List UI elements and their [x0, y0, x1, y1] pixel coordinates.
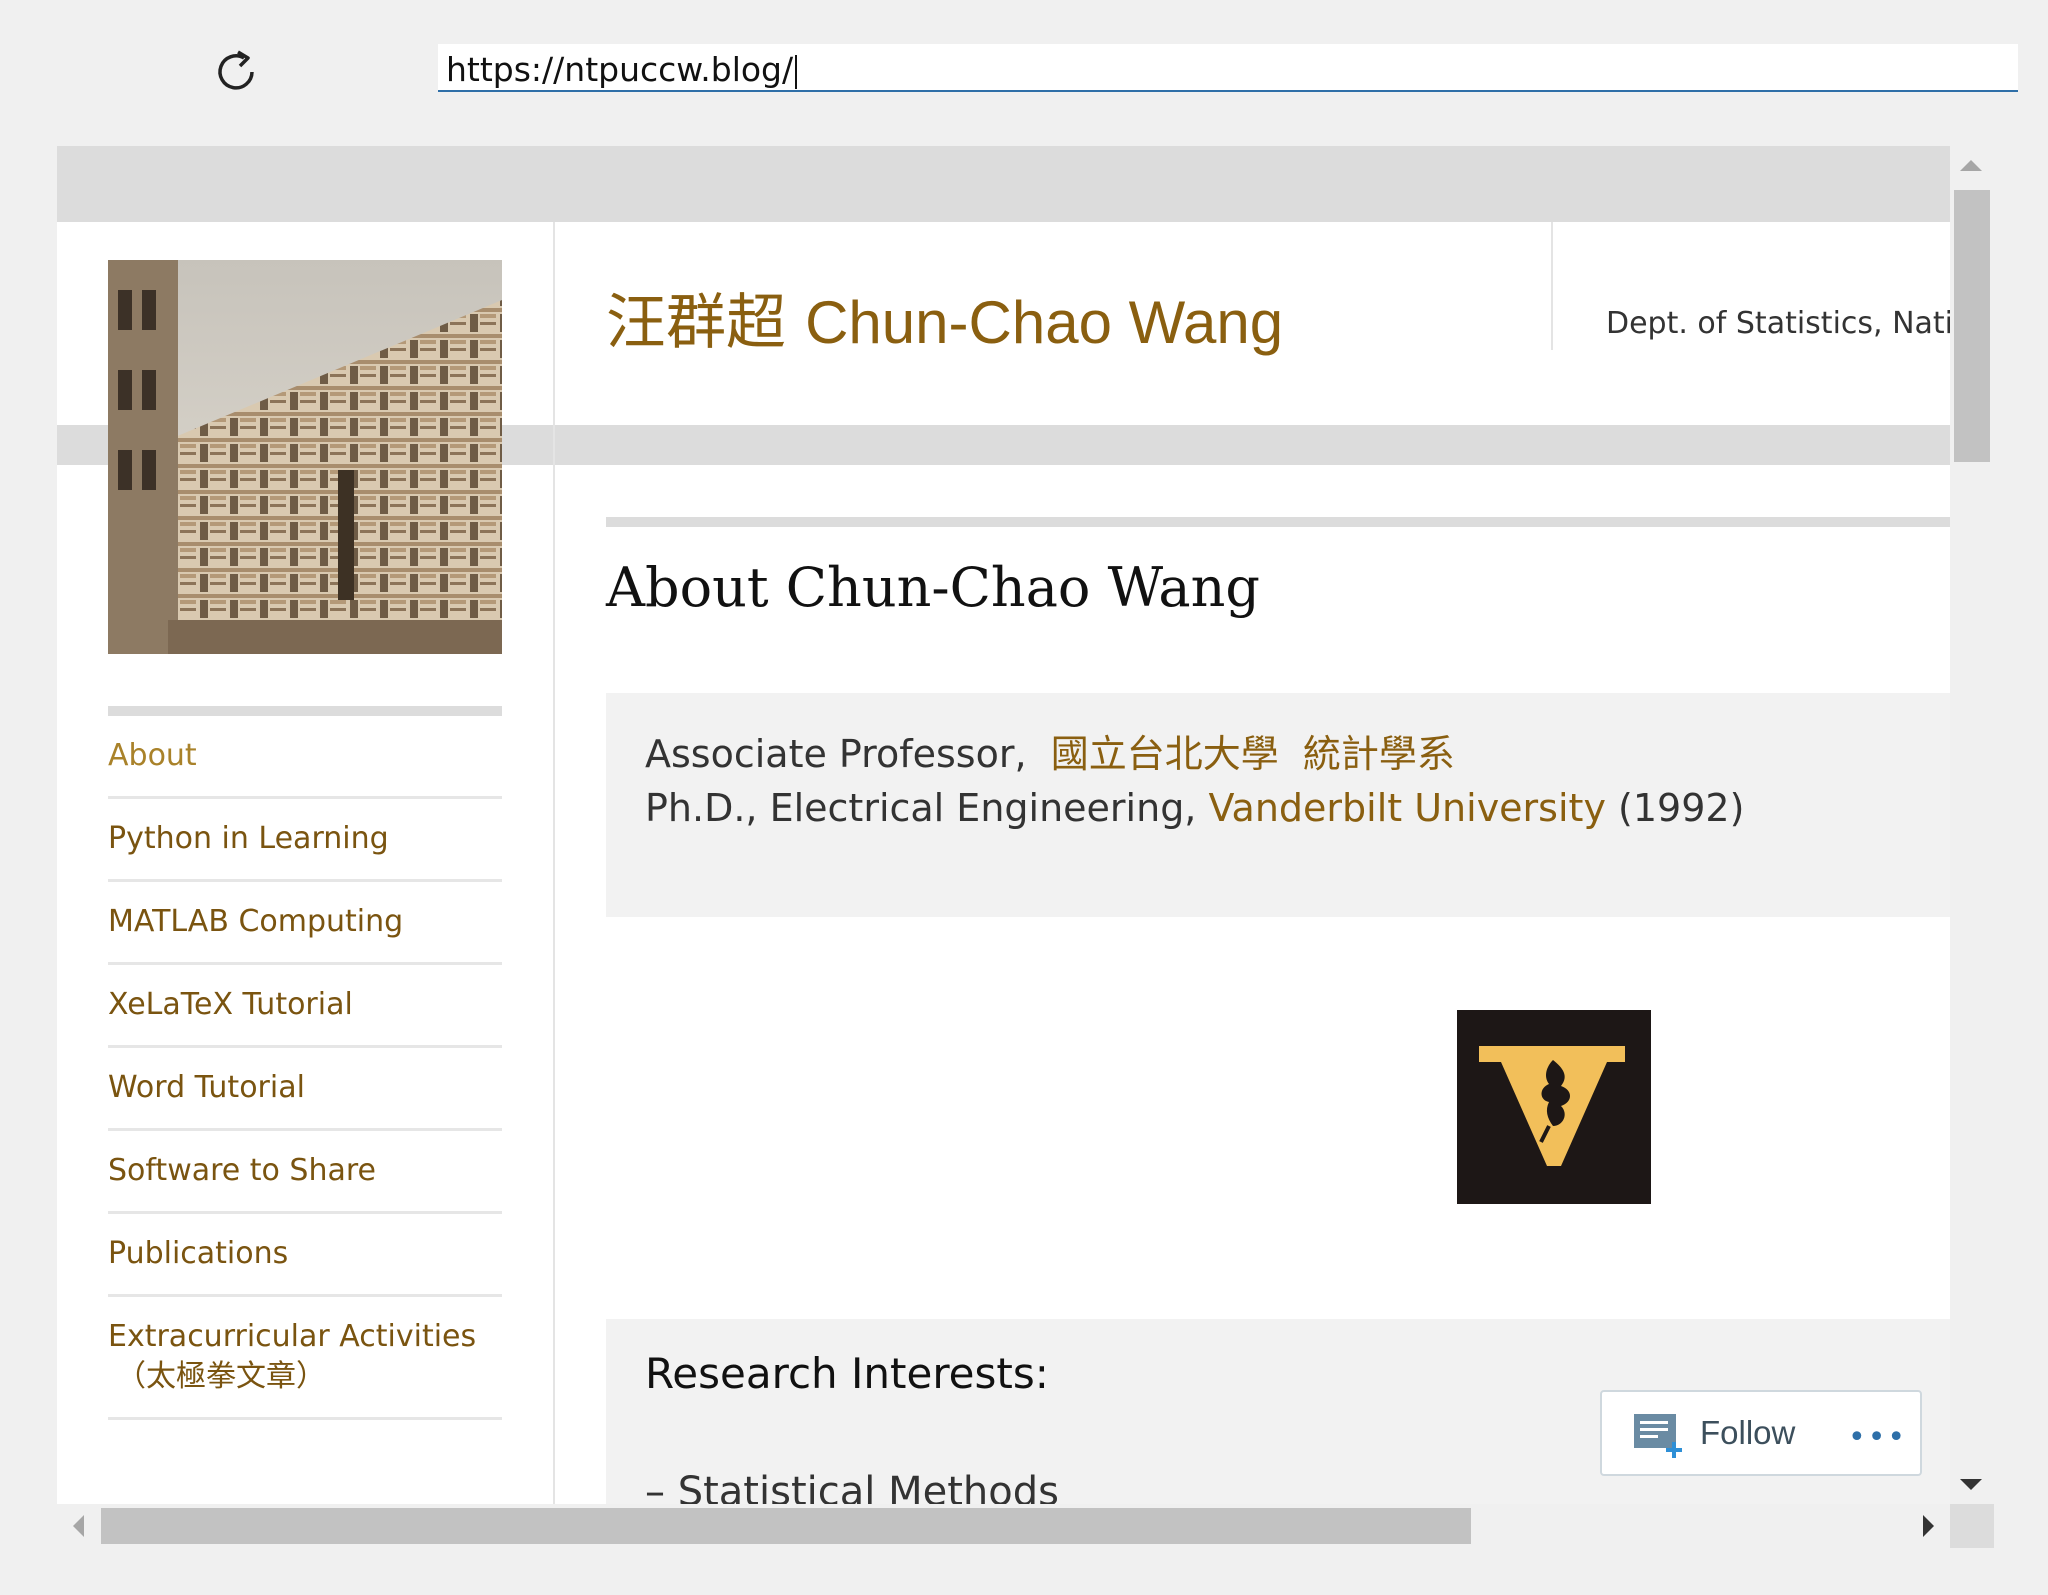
position-line: Associate Professor, 國立台北大學 統計學系 — [645, 732, 1455, 776]
nav-item-about[interactable]: About — [108, 716, 502, 799]
vanderbilt-link[interactable]: Vanderbilt University — [1208, 786, 1605, 830]
research-title: Research Interests: — [645, 1349, 1049, 1398]
scroll-up-icon[interactable] — [1960, 160, 1982, 171]
about-summary: Associate Professor, 國立台北大學 統計學系 Ph.D., … — [606, 693, 1950, 917]
scroll-left-icon[interactable] — [73, 1515, 84, 1537]
page-viewport: 汪群超 Chun-Chao Wang Dept. of Statistics, … — [57, 146, 1950, 1504]
department-link[interactable]: 統計學系 — [1303, 732, 1455, 776]
nav-item-extracurricular[interactable]: Extracurricular Activities （太極拳文章） — [108, 1297, 502, 1420]
header-image[interactable] — [108, 260, 502, 654]
site-tagline: Dept. of Statistics, Nati — [1606, 306, 1950, 341]
nav-item-publications[interactable]: Publications — [108, 1214, 502, 1297]
reload-icon — [218, 50, 254, 90]
research-item: – Statistical Methods — [645, 1469, 1059, 1504]
page-title: About Chun-Chao Wang — [606, 556, 1260, 619]
nav-item-python[interactable]: Python in Learning — [108, 799, 502, 882]
nav-item-matlab[interactable]: MATLAB Computing — [108, 882, 502, 965]
vertical-scrollbar[interactable] — [1950, 146, 1994, 1504]
scroll-right-icon[interactable] — [1923, 1515, 1934, 1537]
reader-follow-icon — [1634, 1414, 1682, 1458]
header-band — [57, 146, 1950, 222]
horizontal-scrollbar[interactable] — [57, 1504, 1950, 1548]
site-title[interactable]: 汪群超 Chun-Chao Wang — [606, 274, 1283, 361]
sidebar-nav: About Python in Learning MATLAB Computin… — [108, 716, 502, 1420]
university-link[interactable]: 國立台北大學 — [1051, 732, 1279, 776]
horizontal-scroll-thumb[interactable] — [101, 1508, 1471, 1544]
more-options-icon[interactable]: ••• — [1848, 1420, 1907, 1455]
vertical-scroll-thumb[interactable] — [1954, 190, 1990, 462]
vanderbilt-logo-icon — [1457, 1010, 1651, 1204]
follow-label: Follow — [1700, 1414, 1796, 1451]
degree-line: Ph.D., Electrical Engineering, Vanderbil… — [645, 786, 1745, 830]
address-bar[interactable]: https://ntpuccw.blog/ — [438, 44, 2018, 92]
cathedral-image — [108, 260, 502, 654]
scroll-down-icon[interactable] — [1960, 1479, 1982, 1490]
nav-item-word[interactable]: Word Tutorial — [108, 1048, 502, 1131]
nav-item-xelatex[interactable]: XeLaTeX Tutorial — [108, 965, 502, 1048]
reload-button[interactable] — [200, 40, 272, 104]
follow-widget: Follow ••• — [1600, 1390, 1922, 1476]
nav-item-software[interactable]: Software to Share — [108, 1131, 502, 1214]
address-text: https://ntpuccw.blog/ — [446, 50, 798, 89]
